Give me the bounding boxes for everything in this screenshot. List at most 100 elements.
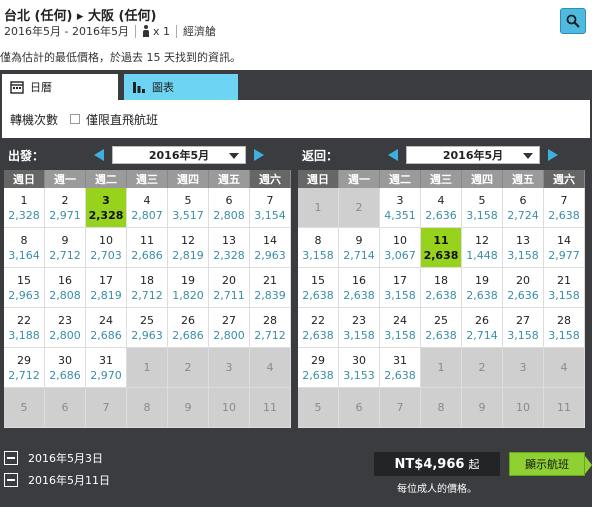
day-cell[interactable]: 15 2,963 [4,268,45,308]
day-cell[interactable]: 16 2,808 [45,268,86,308]
return-label: 返回： [302,148,339,163]
day-cell[interactable]: 27 3,158 [503,308,544,348]
day-cell[interactable]: 7 2,638 [544,188,585,228]
direct-only-checkbox[interactable] [70,114,81,124]
day-cell[interactable]: 19 2,638 [462,268,503,308]
day-cell[interactable]: 4 2,807 [127,188,168,228]
weekday-header: 週日 週一 週二 週三 週四 週五 週六 [298,170,586,188]
day-cell[interactable]: 30 3,153 [339,348,380,388]
day-cell[interactable]: 29 2,638 [298,348,339,388]
selected-day-cell[interactable]: 11 2,638 [421,228,462,268]
day-cell[interactable]: 2 2,971 [45,188,86,228]
outbound-month-select[interactable]: 2016年5月 [112,146,246,164]
search-button[interactable] [560,8,586,34]
day-number: 11 [557,401,571,414]
return-date: 2016年5月11日 [28,474,110,487]
day-price: 2,807 [131,208,163,222]
day-cell[interactable]: 7 3,154 [250,188,291,228]
day-cell[interactable]: 30 2,686 [45,348,86,388]
day-cell[interactable]: 1 2,328 [4,188,45,228]
day-cell[interactable]: 21 2,839 [250,268,291,308]
selected-day-cell[interactable]: 3 2,328 [86,188,127,228]
day-cell[interactable]: 28 3,158 [544,308,585,348]
day-cell[interactable]: 23 2,800 [45,308,86,348]
day-cell[interactable]: 24 3,158 [380,308,421,348]
adjacent-month-day-cell: 8 [421,388,462,428]
tab-chart[interactable]: 圖表 [124,74,238,100]
day-price: 3,164 [8,248,40,262]
show-flights-button[interactable]: 顯示航班 [509,452,592,476]
day-cell[interactable]: 31 2,638 [380,348,421,388]
adjacent-month-day-cell: 11 [544,388,585,428]
day-price: 2,711 [213,288,245,302]
day-cell[interactable]: 15 2,638 [298,268,339,308]
weekday-label: 週三 [421,170,462,188]
day-cell[interactable]: 22 2,638 [298,308,339,348]
day-cell[interactable]: 23 3,158 [339,308,380,348]
day-number: 17 [393,273,407,287]
day-cell[interactable]: 16 2,638 [339,268,380,308]
day-price: 2,712 [254,328,286,342]
day-cell[interactable]: 5 3,158 [462,188,503,228]
day-cell[interactable]: 10 3,067 [380,228,421,268]
day-cell[interactable]: 12 2,819 [168,228,209,268]
day-cell[interactable]: 14 2,977 [544,228,585,268]
day-number: 31 [393,353,407,367]
outbound-label: 出發： [8,148,45,163]
direct-only-label: 僅限直飛航班 [86,112,159,127]
day-cell[interactable]: 8 3,158 [298,228,339,268]
day-cell[interactable]: 20 2,636 [503,268,544,308]
day-cell[interactable]: 19 1,820 [168,268,209,308]
day-cell[interactable]: 12 1,448 [462,228,503,268]
day-cell[interactable]: 24 2,686 [86,308,127,348]
day-cell[interactable]: 22 3,188 [4,308,45,348]
prev-month-arrow-icon[interactable] [94,149,104,161]
day-cell[interactable]: 14 2,963 [250,228,291,268]
day-cell[interactable]: 13 3,158 [503,228,544,268]
adjacent-month-day-cell: 4 [544,348,585,388]
day-price: 2,819 [90,288,122,302]
day-cell[interactable]: 6 2,808 [209,188,250,228]
day-cell[interactable]: 13 2,328 [209,228,250,268]
day-cell[interactable]: 26 2,714 [462,308,503,348]
day-cell[interactable]: 25 2,963 [127,308,168,348]
day-number: 5 [20,401,28,414]
bar-chart-icon [133,82,145,93]
day-cell[interactable]: 9 2,712 [45,228,86,268]
day-cell[interactable]: 3 4,351 [380,188,421,228]
day-number: 10 [99,233,113,247]
day-cell[interactable]: 6 2,724 [503,188,544,228]
day-cell[interactable]: 8 3,164 [4,228,45,268]
day-cell[interactable]: 10 2,703 [86,228,127,268]
day-cell[interactable]: 21 3,158 [544,268,585,308]
day-price: 2,686 [131,248,163,262]
day-cell[interactable]: 18 2,638 [421,268,462,308]
day-cell[interactable]: 17 3,158 [380,268,421,308]
day-price: 2,703 [90,248,122,262]
day-cell[interactable]: 27 2,800 [209,308,250,348]
adjacent-month-day-cell: 3 [209,348,250,388]
day-number: 4 [266,361,274,374]
day-cell[interactable]: 4 2,636 [421,188,462,228]
day-cell[interactable]: 28 2,712 [250,308,291,348]
day-cell[interactable]: 29 2,712 [4,348,45,388]
return-month-select[interactable]: 2016年5月 [406,146,540,164]
day-cell[interactable]: 5 3,517 [168,188,209,228]
chevron-down-icon [523,153,533,159]
day-cell[interactable]: 11 2,686 [127,228,168,268]
day-cell[interactable]: 20 2,711 [209,268,250,308]
day-cell[interactable]: 26 2,686 [168,308,209,348]
next-month-arrow-icon[interactable] [254,149,264,161]
adjacent-month-day-cell: 7 [380,388,421,428]
day-cell[interactable]: 9 2,714 [339,228,380,268]
prev-month-arrow-icon[interactable] [388,149,398,161]
day-number: 16 [352,273,366,287]
next-month-arrow-icon[interactable] [548,149,558,161]
day-cell[interactable]: 17 2,819 [86,268,127,308]
adjacent-month-day-cell: 2 [339,188,380,228]
day-cell[interactable]: 18 2,712 [127,268,168,308]
day-number: 24 [99,313,113,327]
tab-calendar[interactable]: 日曆 [2,74,118,100]
day-cell[interactable]: 25 2,638 [421,308,462,348]
day-cell[interactable]: 31 2,970 [86,348,127,388]
